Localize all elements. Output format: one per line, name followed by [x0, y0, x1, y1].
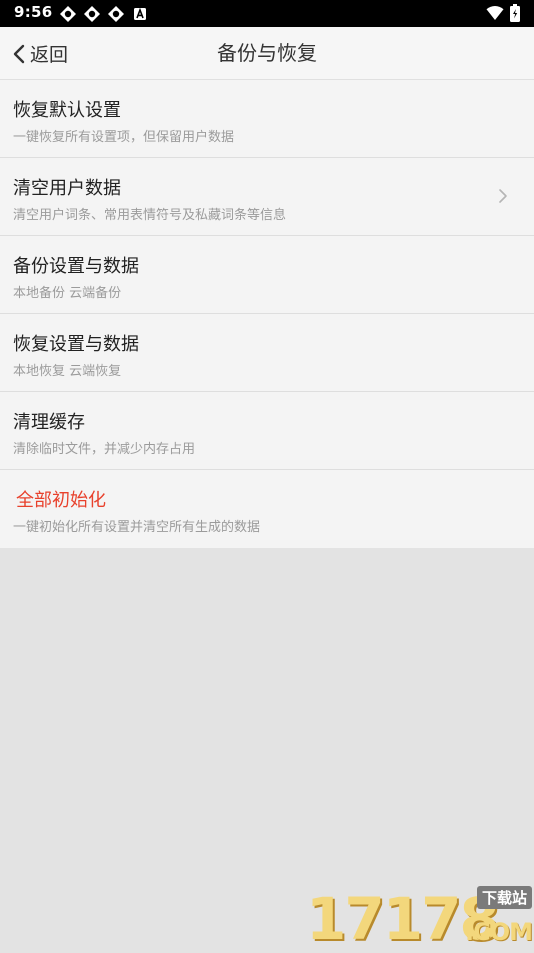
- chevron-right-icon: [499, 189, 507, 203]
- settings-item-backup[interactable]: 备份设置与数据 本地备份 云端备份: [0, 236, 534, 314]
- status-time: 9:56: [14, 3, 53, 21]
- battery-icon: [510, 4, 520, 22]
- status-notifications: [59, 5, 149, 23]
- notification-icon: [108, 6, 124, 22]
- status-system-icons: [486, 4, 520, 22]
- item-subtitle: 本地备份 云端备份: [13, 286, 122, 301]
- watermark-badge: 下载站: [476, 886, 532, 909]
- watermark-logo: 17178 下载站 .COM: [306, 886, 533, 948]
- item-title: 清理缓存: [13, 412, 85, 433]
- item-subtitle: 一键恢复所有设置项，但保留用户数据: [13, 130, 235, 145]
- item-title: 恢复设置与数据: [13, 334, 139, 355]
- chevron-left-icon: [13, 44, 25, 63]
- settings-item-restore[interactable]: 恢复设置与数据 本地恢复 云端恢复: [0, 314, 534, 392]
- item-subtitle: 清空用户词条、常用表情符号及私藏词条等信息: [13, 208, 287, 223]
- settings-item-clear-cache[interactable]: 清理缓存 清除临时文件，并减少内存占用: [0, 392, 534, 470]
- item-title: 清空用户数据: [13, 178, 121, 199]
- app-bar: 备份与恢复 返回: [0, 27, 534, 80]
- item-subtitle: 一键初始化所有设置并清空所有生成的数据: [13, 520, 261, 535]
- text-a-icon: [134, 7, 146, 20]
- back-label: 返回: [30, 44, 69, 66]
- wifi-icon: [486, 6, 504, 20]
- item-subtitle: 本地恢复 云端恢复: [13, 364, 122, 379]
- page-title: 备份与恢复: [217, 41, 317, 65]
- item-title: 备份设置与数据: [13, 256, 139, 277]
- notification-icon: [60, 6, 76, 22]
- back-button[interactable]: 返回: [12, 27, 68, 80]
- watermark-suffix: .COM: [464, 918, 533, 946]
- settings-item-clear-user-data[interactable]: 清空用户数据 清空用户词条、常用表情符号及私藏词条等信息: [0, 158, 534, 236]
- item-title-danger: 全部初始化: [16, 490, 106, 511]
- notification-icon: [84, 6, 100, 22]
- status-bar: 9:56: [0, 0, 534, 27]
- item-title: 恢复默认设置: [13, 100, 121, 121]
- settings-item-restore-defaults[interactable]: 恢复默认设置 一键恢复所有设置项，但保留用户数据: [0, 80, 534, 158]
- settings-item-full-reset[interactable]: 全部初始化 一键初始化所有设置并清空所有生成的数据: [0, 470, 534, 548]
- item-subtitle: 清除临时文件，并减少内存占用: [13, 442, 196, 457]
- settings-list: 恢复默认设置 一键恢复所有设置项，但保留用户数据 清空用户数据 清空用户词条、常…: [0, 80, 534, 548]
